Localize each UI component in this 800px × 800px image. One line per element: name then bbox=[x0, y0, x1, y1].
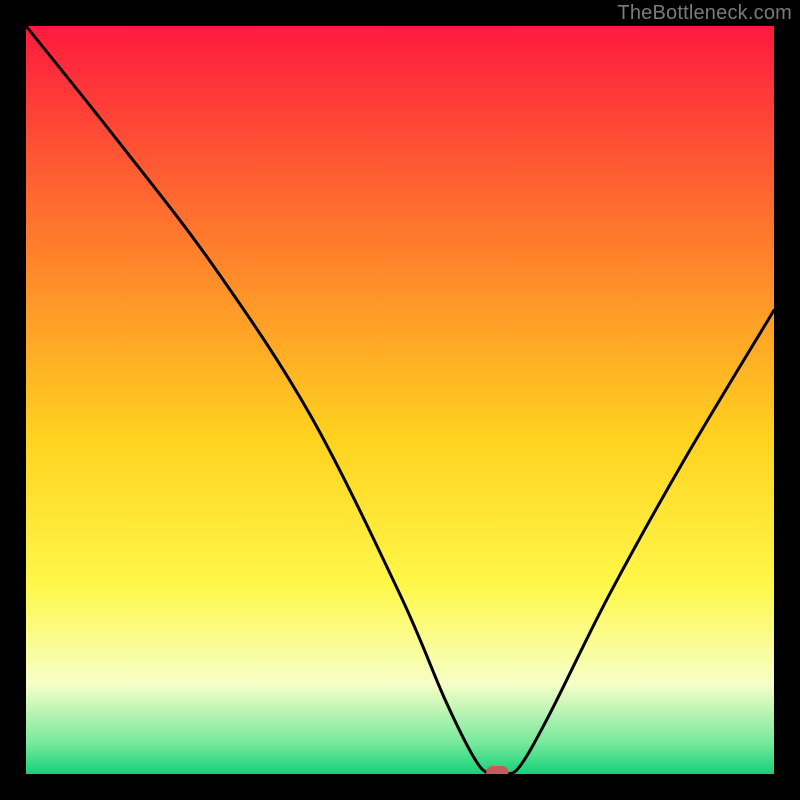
bottleneck-chart bbox=[26, 26, 774, 774]
gradient-background bbox=[26, 26, 774, 774]
plot-area bbox=[26, 26, 774, 774]
optimal-marker bbox=[486, 766, 508, 774]
chart-container: TheBottleneck.com bbox=[0, 0, 800, 800]
watermark-text: TheBottleneck.com bbox=[617, 2, 792, 25]
